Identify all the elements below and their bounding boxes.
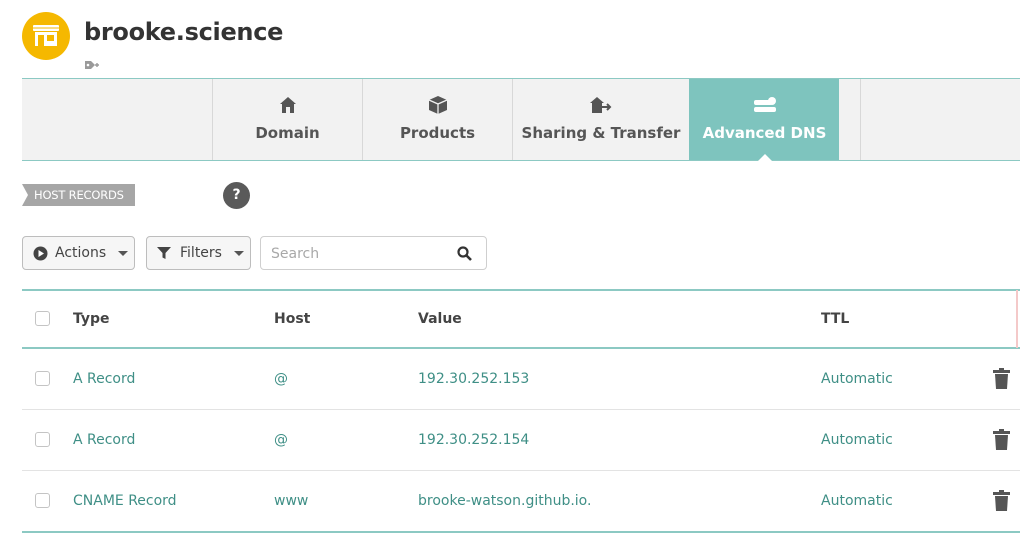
site-header: brooke.science (22, 12, 622, 72)
house-arrow-icon (589, 95, 613, 115)
host-records-table: Type Host Value TTL A Record @ 192.30.25… (22, 289, 1020, 533)
filters-dropdown[interactable]: Filters (146, 236, 251, 270)
storefront-icon (22, 12, 70, 60)
record-type[interactable]: CNAME Record (73, 493, 177, 509)
filter-icon (157, 246, 171, 260)
domain-tabs: Domain Products Sharing & Transfer Advan… (22, 78, 1020, 161)
box-icon (428, 95, 448, 115)
search-field[interactable] (260, 236, 487, 270)
table-row[interactable]: A Record @ 192.30.252.154 Automatic (22, 410, 1020, 471)
table-row[interactable]: CNAME Record www brooke-watson.github.io… (22, 471, 1020, 533)
column-header-host[interactable]: Host (274, 311, 310, 327)
record-ttl[interactable]: Automatic (821, 432, 893, 448)
record-ttl[interactable]: Automatic (821, 371, 893, 387)
record-host[interactable]: @ (274, 432, 288, 448)
tab-label: Sharing & Transfer (521, 124, 681, 142)
tab-domain[interactable]: Domain (212, 79, 362, 160)
home-icon (279, 95, 297, 115)
tab-advanced-dns[interactable]: Advanced DNS (689, 79, 839, 161)
tab-products[interactable]: Products (362, 79, 512, 160)
trash-icon[interactable] (993, 490, 1010, 516)
column-header-value[interactable]: Value (418, 311, 462, 327)
tab-label: Advanced DNS (702, 124, 827, 142)
record-type[interactable]: A Record (73, 371, 135, 387)
record-ttl[interactable]: Automatic (821, 493, 893, 509)
play-circle-icon (33, 246, 48, 261)
tab-label: Domain (255, 124, 320, 142)
tab-label: Products (399, 124, 476, 142)
column-header-ttl[interactable]: TTL (821, 311, 849, 327)
row-checkbox[interactable] (35, 493, 50, 508)
tab-sharing-transfer[interactable]: Sharing & Transfer (512, 79, 689, 160)
domain-title: brooke.science (84, 18, 284, 46)
record-value[interactable]: 192.30.252.153 (418, 371, 529, 387)
server-icon (753, 95, 777, 115)
search-icon[interactable] (457, 246, 472, 265)
filters-label: Filters (180, 245, 222, 261)
add-tag-icon[interactable] (84, 56, 102, 75)
trash-icon[interactable] (993, 368, 1010, 394)
record-value[interactable]: 192.30.252.154 (418, 432, 529, 448)
table-row[interactable]: A Record @ 192.30.252.153 Automatic (22, 349, 1020, 410)
record-host[interactable]: @ (274, 371, 288, 387)
actions-label: Actions (55, 245, 107, 261)
row-checkbox[interactable] (35, 432, 50, 447)
actions-dropdown[interactable]: Actions (22, 236, 135, 270)
section-badge: HOST RECORDS (22, 184, 135, 206)
chevron-down-icon (233, 250, 244, 256)
record-host[interactable]: www (274, 493, 308, 509)
scroll-edge (1016, 290, 1018, 348)
row-checkbox[interactable] (35, 371, 50, 386)
tab-divider (860, 79, 861, 160)
select-all-checkbox[interactable] (35, 311, 50, 326)
trash-icon[interactable] (993, 429, 1010, 455)
column-header-type[interactable]: Type (73, 311, 110, 327)
search-input[interactable] (269, 243, 453, 265)
table-header: Type Host Value TTL (22, 289, 1020, 349)
chevron-down-icon (118, 250, 129, 256)
record-type[interactable]: A Record (73, 432, 135, 448)
record-value[interactable]: brooke-watson.github.io. (418, 493, 591, 509)
help-button[interactable]: ? (223, 182, 250, 209)
